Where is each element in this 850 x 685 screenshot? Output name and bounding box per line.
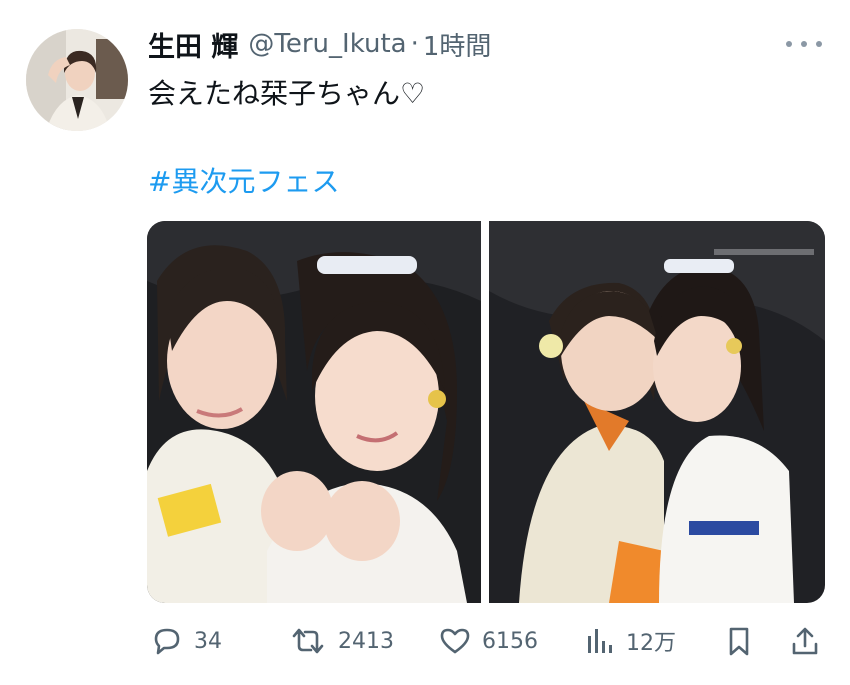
reply-button[interactable]: 34	[150, 618, 222, 664]
share-upload-icon	[792, 627, 818, 655]
like-button[interactable]: 6156	[438, 618, 538, 664]
bookmark-button[interactable]	[722, 618, 756, 664]
author-handle[interactable]: @Teru_Ikuta	[248, 29, 406, 59]
reply-count: 34	[194, 628, 222, 654]
header-separator: ·	[410, 29, 419, 59]
more-dot	[816, 41, 822, 47]
tweet-text: 会えたね栞子ちゃん♡	[148, 77, 426, 110]
retweet-button[interactable]: 2413	[288, 618, 394, 664]
tweet-header: 生田 輝 @Teru_Ikuta · 1時間	[148, 24, 491, 64]
tweet-timestamp[interactable]: 1時間	[423, 26, 492, 63]
heart-icon	[440, 628, 470, 654]
more-dot	[801, 41, 807, 47]
like-count: 6156	[482, 628, 538, 654]
bookmark-icon	[729, 627, 749, 656]
retweet-arrows-icon	[292, 628, 324, 654]
more-options-icon[interactable]	[786, 32, 822, 56]
author-avatar[interactable]	[26, 29, 128, 131]
tweet-action-bar: 34 2413 6156 12万	[148, 618, 828, 664]
more-dot	[786, 41, 792, 47]
views-button[interactable]: 12万	[582, 618, 676, 664]
hashtag-link[interactable]: #異次元フェス	[148, 164, 339, 200]
share-button[interactable]	[788, 618, 822, 664]
views-count: 12万	[626, 631, 676, 656]
bar-chart-icon	[588, 629, 612, 653]
author-name[interactable]: 生田 輝	[148, 25, 238, 64]
avatar-photo	[26, 29, 128, 131]
media-grid	[147, 221, 825, 603]
tweet-photo-1[interactable]	[147, 221, 481, 603]
speech-bubble-icon	[154, 628, 180, 655]
retweet-count: 2413	[338, 628, 394, 654]
tweet-photo-2[interactable]	[489, 221, 825, 603]
